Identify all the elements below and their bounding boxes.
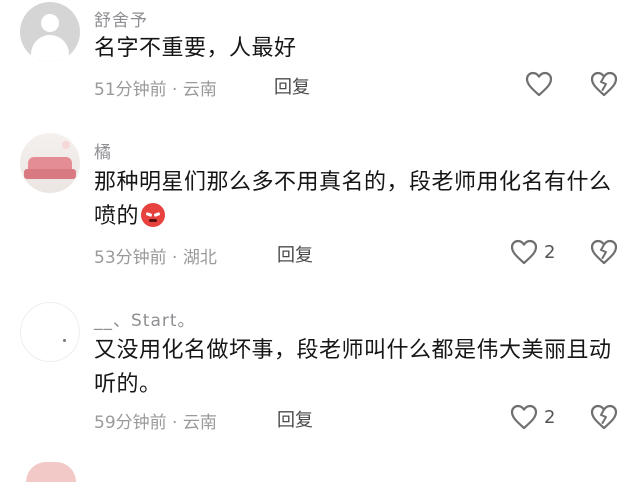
comment-text: 又没用化名做坏事，段老师叫什么都是伟大美丽且动听的。 [94,338,612,397]
heart-outline-icon [510,239,538,265]
heart-outline-icon [525,71,553,97]
reply-button[interactable]: 回复 [277,406,313,432]
time-location: 53分钟前 · 湖北 [94,248,217,268]
avatar-photo-sofa-seat [24,169,76,179]
avatar-photo-lamp [62,141,70,149]
avatar-dot [63,339,66,342]
avatar[interactable] [20,302,80,362]
dislike-button[interactable] [590,404,618,434]
default-avatar-body [31,35,69,62]
time-location: 51分钟前 · 云南 [94,80,217,100]
angry-face-emoji [141,203,166,227]
broken-heart-icon [590,71,618,97]
avatar[interactable] [20,2,80,62]
like-button[interactable] [525,71,559,97]
like-count: 2 [544,406,556,428]
username[interactable]: __、Start。 [94,306,196,331]
comment-text: 那种明星们那么多不用真名的，段老师用化名有什么喷的 [94,166,624,234]
time-location: 59分钟前 · 云南 [94,413,217,433]
default-avatar-head [41,14,59,32]
like-button[interactable]: 2 [510,239,555,265]
reply-button[interactable]: 回复 [277,241,313,267]
comment-text: 名字不重要，人最好 [94,36,297,61]
username[interactable]: 橘 [94,138,112,163]
broken-heart-icon [590,404,618,430]
like-count: 2 [544,241,556,263]
comment-text-body: 那种明星们那么多不用真名的，段老师用化名有什么喷的 [94,170,612,229]
broken-heart-icon [590,239,618,265]
dislike-button[interactable] [590,71,618,101]
heart-outline-icon [510,404,538,430]
reply-button[interactable]: 回复 [274,73,310,99]
avatar[interactable] [20,133,80,193]
dislike-button[interactable] [590,239,618,269]
username[interactable]: 舒舍予 [94,6,148,31]
like-button[interactable]: 2 [510,404,555,430]
avatar[interactable] [26,462,76,482]
